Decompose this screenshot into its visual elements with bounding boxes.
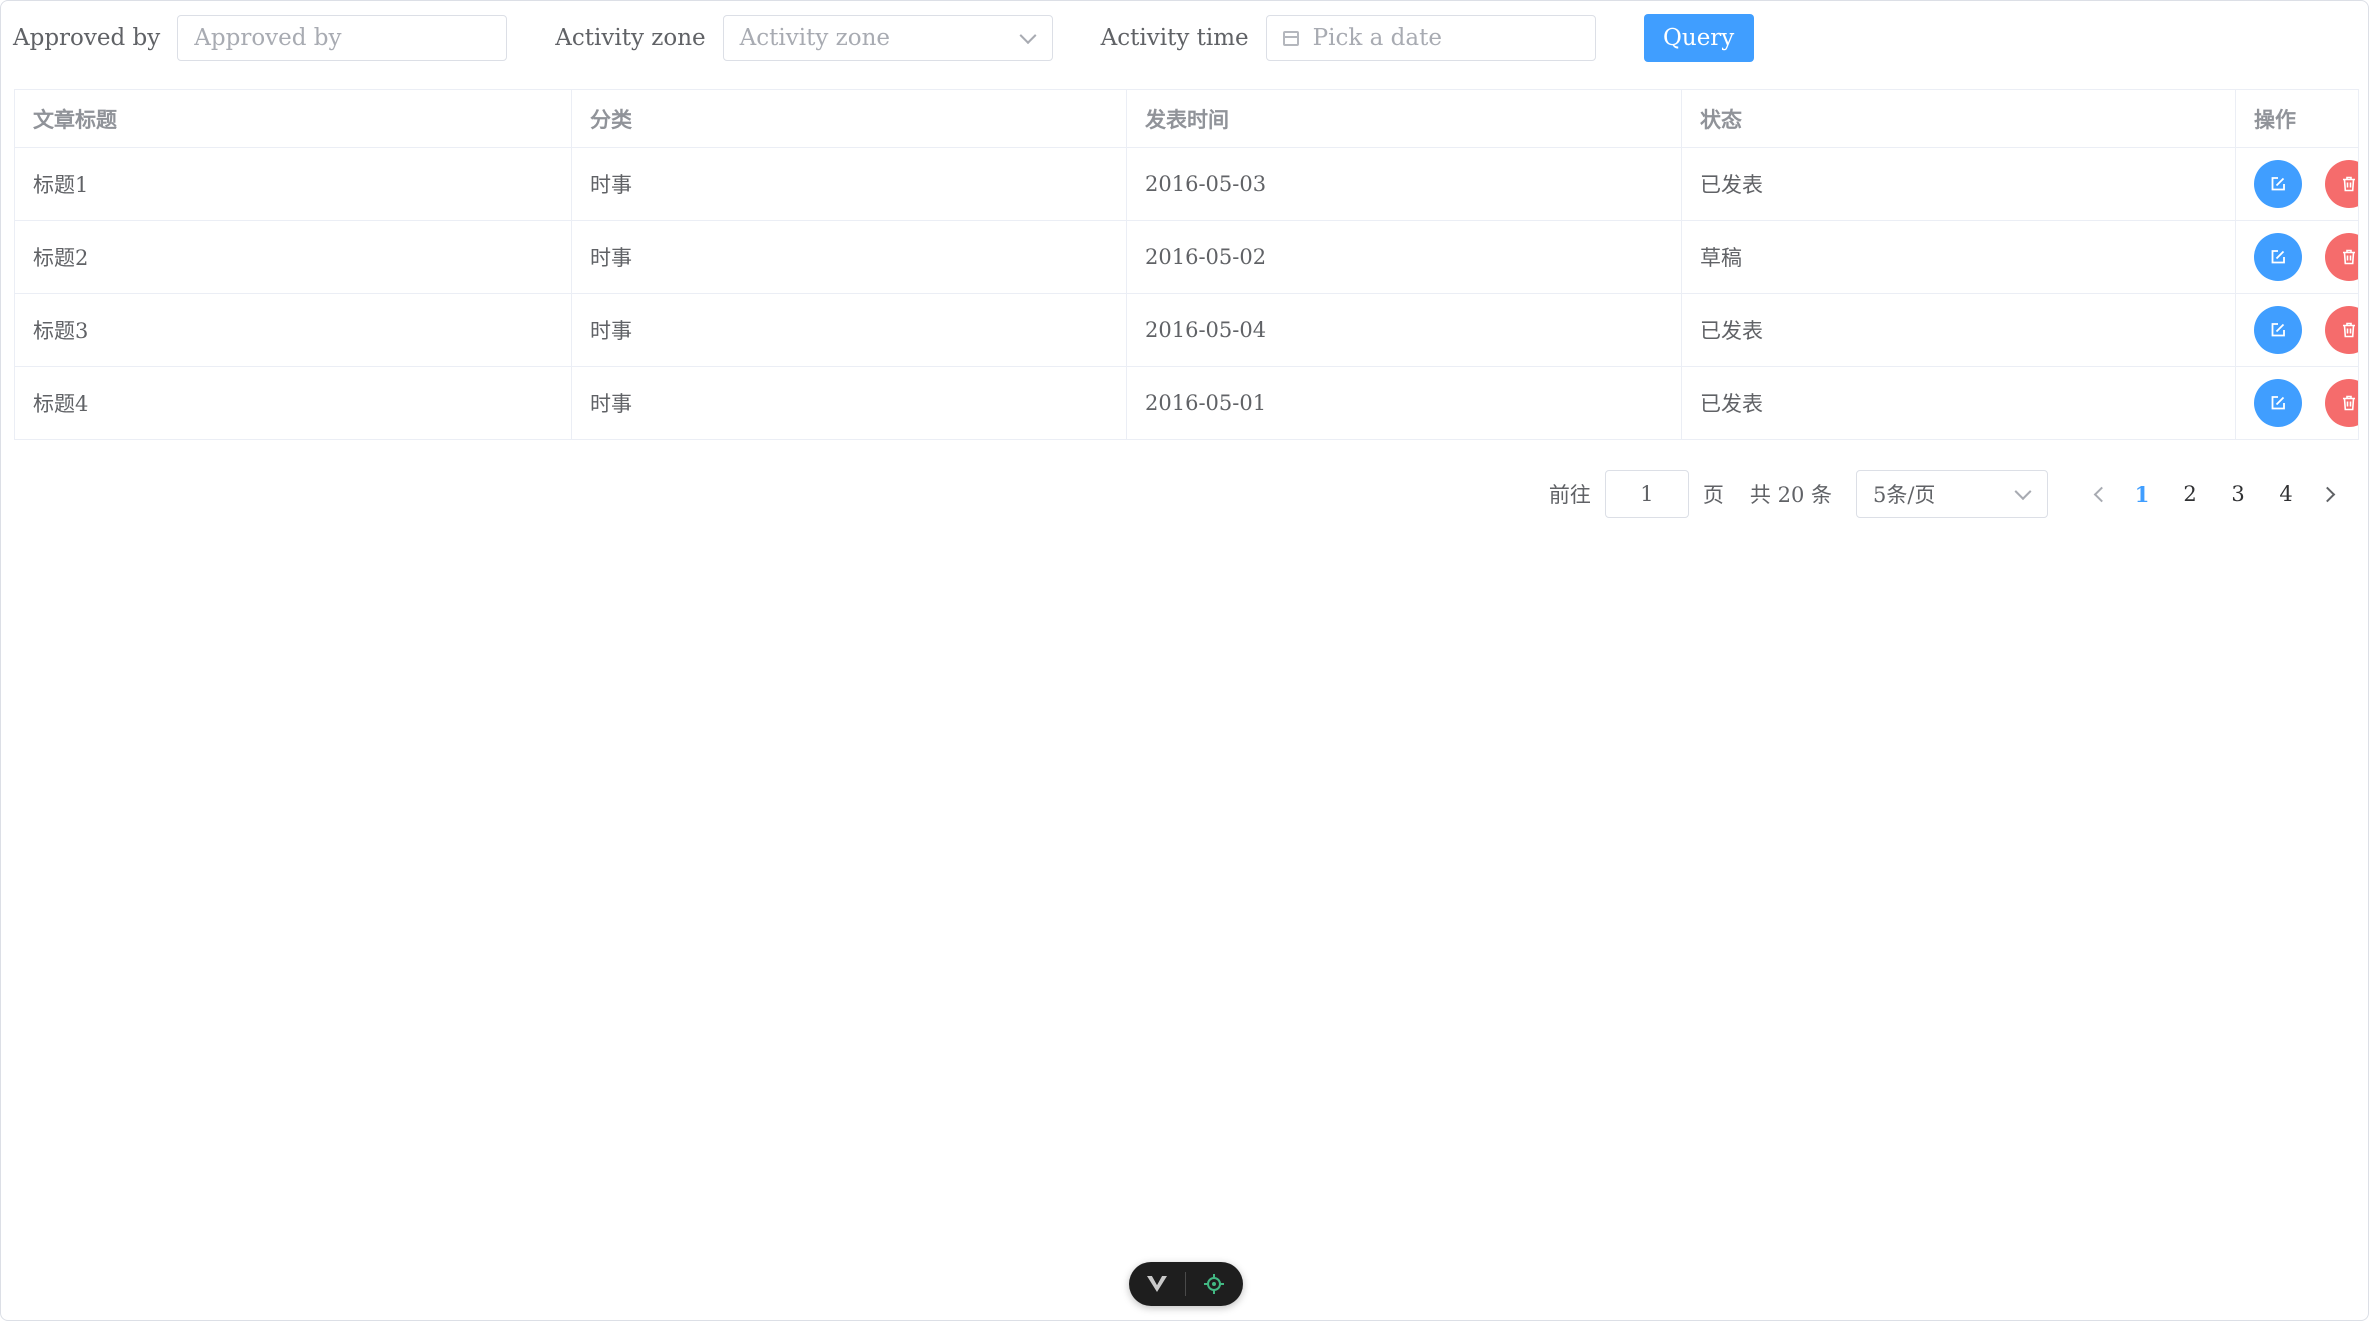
cell-date: 2016-05-04 (1126, 293, 1682, 367)
edit-button[interactable] (2254, 160, 2302, 208)
cell-category: 时事 (571, 366, 1127, 439)
activity-time-picker[interactable]: Pick a date (1265, 15, 1596, 61)
total-count: 共 20 条 (1749, 483, 1832, 507)
cell-actions (2235, 147, 2358, 221)
goto-prefix: 前往 (1548, 483, 1591, 507)
column-header-title[interactable]: 文章标题 (15, 90, 572, 148)
edit-button[interactable] (2254, 306, 2302, 354)
page-jump-input[interactable] (1604, 470, 1689, 518)
activity-zone-label: Activity zone (555, 25, 706, 51)
vue-logo-icon[interactable] (1129, 1262, 1185, 1306)
edit-icon (2271, 323, 2285, 337)
delete-button[interactable] (2324, 379, 2358, 427)
approved-by-input[interactable] (194, 25, 491, 51)
column-header-category[interactable]: 分类 (571, 90, 1127, 148)
cell-status: 草稿 (1681, 220, 2236, 294)
page-number[interactable]: 2 (2166, 470, 2214, 518)
edit-icon (2271, 250, 2285, 264)
cell-title: 标题4 (15, 366, 572, 439)
chevron-right-icon (2319, 486, 2335, 502)
delete-button[interactable] (2324, 233, 2358, 281)
next-page-button[interactable] (2310, 470, 2348, 518)
cell-actions (2235, 220, 2358, 294)
cell-status: 已发表 (1681, 293, 2236, 367)
column-header-actions: 操作 (2235, 90, 2358, 148)
table-row: 标题2 时事 2016-05-02 草稿 (15, 220, 2358, 294)
page-number[interactable]: 3 (2214, 470, 2262, 518)
activity-zone-placeholder: Activity zone (739, 25, 891, 51)
column-header-status[interactable]: 状态 (1681, 90, 2236, 148)
trash-icon (2342, 322, 2355, 338)
cell-date: 2016-05-01 (1126, 366, 1682, 439)
chevron-down-icon (2014, 483, 2032, 501)
cell-category: 时事 (571, 147, 1127, 221)
delete-button[interactable] (2324, 160, 2358, 208)
page-size-value: 5条/页 (1873, 483, 1936, 507)
table-row: 标题3 时事 2016-05-04 已发表 (15, 293, 2358, 367)
filter-bar: Approved by Activity zone Activity zone … (13, 13, 1754, 63)
trash-icon (2342, 176, 2355, 192)
activity-time-placeholder: Pick a date (1312, 25, 1442, 51)
vue-devtools-toggle[interactable] (1129, 1262, 1243, 1306)
page-number[interactable]: 1 (2118, 470, 2166, 518)
activity-time-label: Activity time (1100, 25, 1249, 51)
cell-title: 标题3 (15, 293, 572, 367)
edit-icon (2271, 396, 2285, 410)
inspect-target-icon[interactable] (1186, 1262, 1242, 1306)
cell-title: 标题1 (15, 147, 572, 221)
cell-status: 已发表 (1681, 366, 2236, 439)
page-size-select[interactable]: 5条/页 (1856, 470, 2048, 518)
delete-button[interactable] (2324, 306, 2358, 354)
trash-icon (2342, 395, 2355, 411)
page-number[interactable]: 4 (2262, 470, 2310, 518)
trash-icon (2342, 249, 2355, 265)
activity-zone-select[interactable]: Activity zone (722, 15, 1053, 61)
chevron-down-icon (1019, 27, 1037, 45)
prev-page-button[interactable] (2080, 470, 2118, 518)
cell-title: 标题2 (15, 220, 572, 294)
cell-status: 已发表 (1681, 147, 2236, 221)
goto-suffix: 页 (1702, 483, 1724, 507)
cell-actions (2235, 293, 2358, 367)
calendar-icon (1282, 30, 1299, 46)
table-header-row: 文章标题 分类 发表时间 状态 操作 (15, 90, 2358, 148)
edit-button[interactable] (2254, 379, 2302, 427)
edit-icon (2271, 177, 2285, 191)
query-button[interactable]: Query (1643, 14, 1754, 62)
approved-by-field[interactable] (177, 15, 508, 61)
pagination: 前往 页 共 20 条 5条/页 1 2 3 4 (1549, 470, 2348, 518)
cell-date: 2016-05-03 (1126, 147, 1682, 221)
cell-actions (2236, 367, 2358, 440)
table-row: 标题1 时事 2016-05-03 已发表 (15, 147, 2358, 221)
cell-date: 2016-05-02 (1126, 220, 1682, 294)
articles-table: 文章标题 分类 发表时间 状态 操作 标题1 时事 2016-05-03 已发表 (14, 89, 2359, 440)
column-header-date[interactable]: 发表时间 (1126, 90, 1682, 148)
chevron-left-icon (2093, 486, 2109, 502)
cell-category: 时事 (571, 293, 1127, 367)
table-row: 标题4 时事 2016-05-01 已发表 (15, 366, 2358, 440)
edit-button[interactable] (2254, 233, 2302, 281)
cell-category: 时事 (571, 220, 1127, 294)
approved-by-label: Approved by (13, 25, 161, 51)
